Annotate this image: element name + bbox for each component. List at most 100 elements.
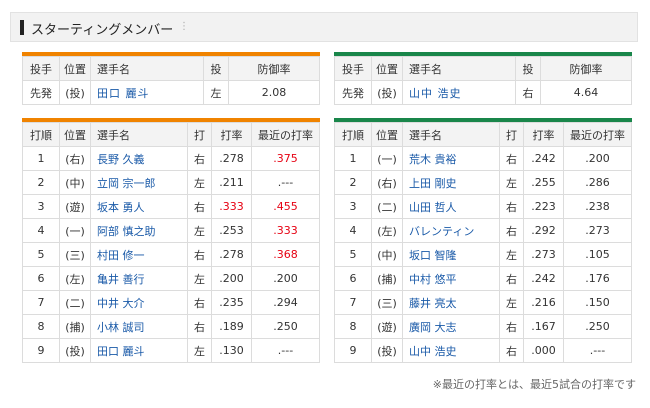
lineup-row: 9 (投) 田口 麗斗左 .130 .--- xyxy=(22,338,320,363)
header-accent-bar xyxy=(20,20,24,35)
col-name: 選手名 xyxy=(402,122,500,147)
pitcher-row: 先発 (投) 田口 麗斗 左 2.08 xyxy=(22,80,320,105)
player-bats: 左 xyxy=(187,266,212,291)
player-name-link[interactable]: 上田 剛史 xyxy=(402,170,500,195)
lineup-row: 8 (捕) 小林 誠司右 .189.250 xyxy=(22,314,320,339)
player-name-link[interactable]: 藤井 亮太 xyxy=(402,290,500,315)
pitcher-role: 先発 xyxy=(334,80,372,105)
player-avg: .278 xyxy=(211,242,252,267)
player-position: (右) xyxy=(371,170,403,195)
player-name-link[interactable]: 中村 悠平 xyxy=(402,266,500,291)
player-name-link[interactable]: 長野 久義 xyxy=(90,146,188,171)
team2-lineup-body: 1 (一) 荒木 貴裕右 .242.200 2 (右) 上田 剛史左 .255.286 3 (二)… xyxy=(334,146,632,363)
pitcher-role: 先発 xyxy=(22,80,60,105)
player-avg: .167 xyxy=(523,314,564,339)
player-bats: 右 xyxy=(499,266,524,291)
lineup-row: 4 (左) バレンティン右 .292.273 xyxy=(334,218,632,243)
player-position: (一) xyxy=(59,218,91,243)
player-name-link[interactable]: 山中 浩史 xyxy=(402,338,500,363)
player-name-link[interactable]: 田口 麗斗 xyxy=(90,338,188,363)
team1-lineup-table: 打順 位置 選手名 打 打率 最近の打率 1 (右) 長野 久義右 .278.375 2… xyxy=(22,122,320,363)
col-bat: 打 xyxy=(187,122,212,147)
player-avg: .200 xyxy=(211,266,252,291)
col-position: 位置 xyxy=(371,122,403,147)
player-recent-avg: .200 xyxy=(563,146,632,171)
player-name-link[interactable]: バレンティン xyxy=(402,218,500,243)
col-name: 選手名 xyxy=(90,56,204,81)
col-avg: 打率 xyxy=(523,122,564,147)
lineup-row: 3 (遊) 坂本 勇人右 .333.455 xyxy=(22,194,320,219)
player-position: (投) xyxy=(371,338,403,363)
footnote: ※最近の打率とは、最近5試合の打率です xyxy=(432,378,636,391)
player-bats: 左 xyxy=(499,242,524,267)
team2-pitcher-panel: 投手 位置 選手名 投 防御率 先発 (投) 山中 浩史 右 4.64 xyxy=(334,52,632,105)
player-name-link[interactable]: 坂本 勇人 xyxy=(90,194,188,219)
col-position: 位置 xyxy=(371,56,403,81)
player-bats: 左 xyxy=(187,338,212,363)
lineup-row: 2 (中) 立岡 宗一郎左 .211 .--- xyxy=(22,170,320,195)
col-throw: 投 xyxy=(515,56,541,81)
lineup-row: 5 (三) 村田 修一右 .278.368 xyxy=(22,242,320,267)
lineup-row: 6 (左) 亀井 善行左 .200.200 xyxy=(22,266,320,291)
player-recent-avg: .273 xyxy=(563,218,632,243)
player-name-link[interactable]: 小林 誠司 xyxy=(90,314,188,339)
lineup-row: 4 (一) 阿部 慎之助左 .253.333 xyxy=(22,218,320,243)
col-position: 位置 xyxy=(59,122,91,147)
player-avg: .130 xyxy=(211,338,252,363)
player-bats: 左 xyxy=(499,170,524,195)
player-position: (二) xyxy=(59,290,91,315)
player-name-link[interactable]: 山田 哲人 xyxy=(402,194,500,219)
pitcher-name-link[interactable]: 田口 麗斗 xyxy=(90,80,204,105)
player-position: (遊) xyxy=(59,194,91,219)
batting-order: 8 xyxy=(334,314,372,339)
player-recent-avg: .150 xyxy=(563,290,632,315)
player-name-link[interactable]: 立岡 宗一郎 xyxy=(90,170,188,195)
batting-order: 3 xyxy=(334,194,372,219)
player-position: (左) xyxy=(59,266,91,291)
pitcher-name-link[interactable]: 山中 浩史 xyxy=(402,80,516,105)
batting-order: 9 xyxy=(334,338,372,363)
player-name-link[interactable]: 村田 修一 xyxy=(90,242,188,267)
player-recent-avg: .455 xyxy=(251,194,320,219)
player-avg: .223 xyxy=(523,194,564,219)
player-position: (捕) xyxy=(371,266,403,291)
player-name-link[interactable]: 廣岡 大志 xyxy=(402,314,500,339)
col-role: 投手 xyxy=(22,56,60,81)
team1-pitcher-table: 投手 位置 選手名 投 防御率 先発 (投) 田口 麗斗 左 2.08 xyxy=(22,56,320,105)
player-position: (一) xyxy=(371,146,403,171)
pitcher-header-row: 投手 位置 選手名 投 防御率 xyxy=(334,56,632,81)
player-name-link[interactable]: 荒木 貴裕 xyxy=(402,146,500,171)
player-position: (二) xyxy=(371,194,403,219)
pitcher-era: 4.64 xyxy=(540,80,632,105)
player-bats: 右 xyxy=(499,146,524,171)
player-avg: .333 xyxy=(211,194,252,219)
player-bats: 右 xyxy=(499,218,524,243)
player-avg: .000 xyxy=(523,338,564,363)
col-recent: 最近の打率 xyxy=(563,122,632,147)
player-bats: 右 xyxy=(187,194,212,219)
player-name-link[interactable]: 中井 大介 xyxy=(90,290,188,315)
player-avg: .253 xyxy=(211,218,252,243)
player-recent-avg: .333 xyxy=(251,218,320,243)
player-name-link[interactable]: 亀井 善行 xyxy=(90,266,188,291)
batting-order: 7 xyxy=(22,290,60,315)
player-position: (中) xyxy=(371,242,403,267)
lineup-row: 9 (投) 山中 浩史右 .000 .--- xyxy=(334,338,632,363)
player-position: (右) xyxy=(59,146,91,171)
batting-order: 4 xyxy=(22,218,60,243)
col-era: 防御率 xyxy=(540,56,632,81)
player-avg: .292 xyxy=(523,218,564,243)
lineup-row: 3 (二) 山田 哲人右 .223.238 xyxy=(334,194,632,219)
player-position: (遊) xyxy=(371,314,403,339)
player-position: (中) xyxy=(59,170,91,195)
player-recent-avg: .238 xyxy=(563,194,632,219)
col-position: 位置 xyxy=(59,56,91,81)
lineup-row: 1 (一) 荒木 貴裕右 .242.200 xyxy=(334,146,632,171)
player-avg: .273 xyxy=(523,242,564,267)
player-name-link[interactable]: 坂口 智隆 xyxy=(402,242,500,267)
batting-order: 4 xyxy=(334,218,372,243)
pitcher-throw: 右 xyxy=(515,80,541,105)
player-name-link[interactable]: 阿部 慎之助 xyxy=(90,218,188,243)
player-avg: .278 xyxy=(211,146,252,171)
player-bats: 右 xyxy=(187,290,212,315)
